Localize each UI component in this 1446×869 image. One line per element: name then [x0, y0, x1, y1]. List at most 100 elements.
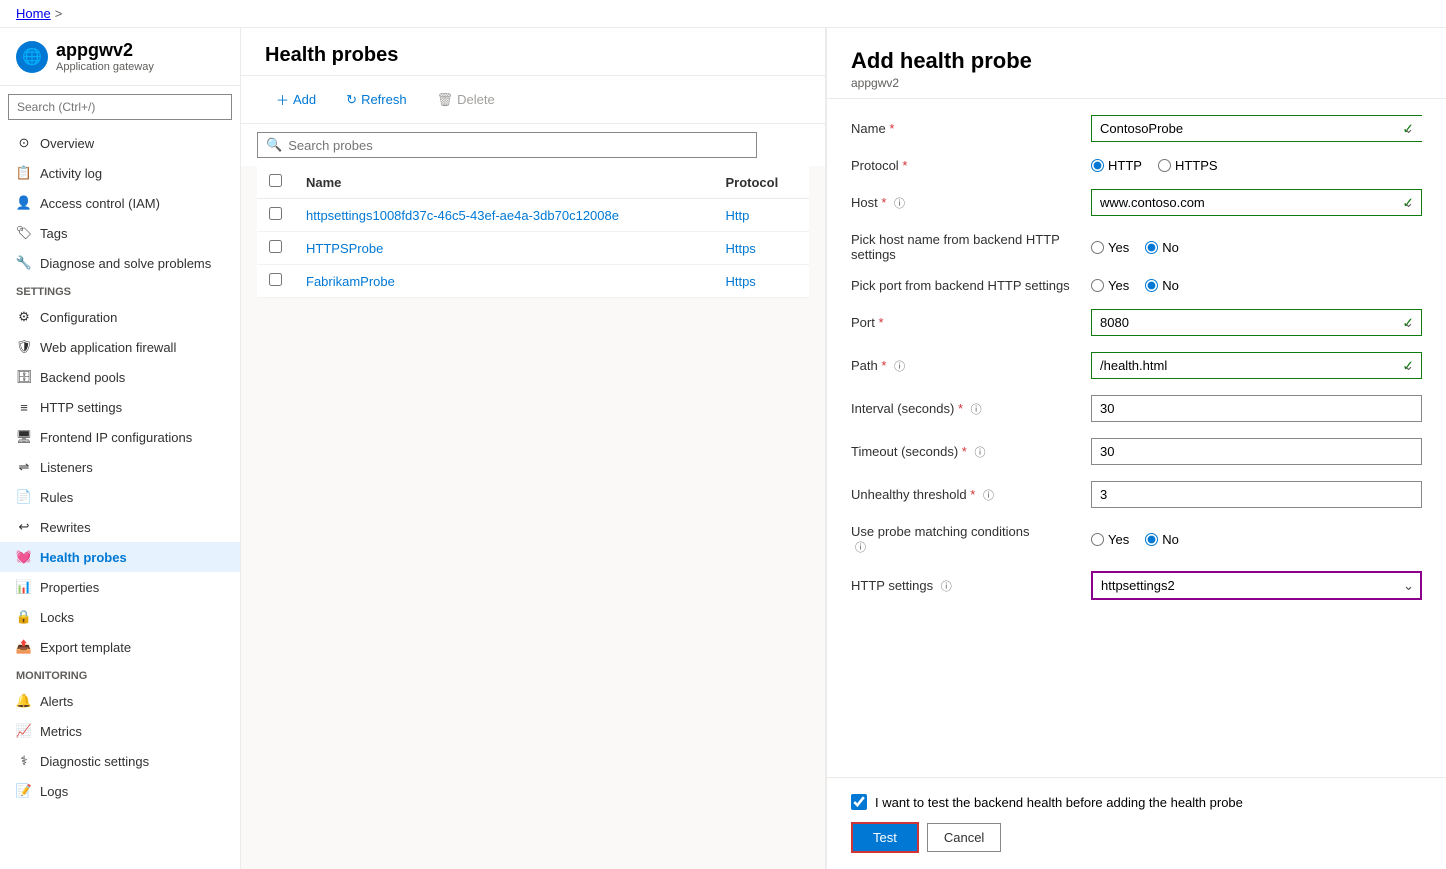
row-checkbox[interactable]	[269, 273, 282, 286]
protocol-https-option[interactable]: HTTPS	[1158, 158, 1218, 173]
path-field-row: Path * ⓘ ✓	[851, 352, 1422, 379]
port-label: Port *	[851, 315, 1091, 330]
sidebar-item-label: Access control (IAM)	[40, 196, 160, 211]
listeners-icon: ⇌	[16, 459, 32, 475]
timeout-input[interactable]	[1091, 438, 1422, 465]
pick-port-no-option[interactable]: No	[1145, 278, 1179, 293]
pick-host-no-radio[interactable]	[1145, 241, 1158, 254]
sidebar-item-overview[interactable]: ⊙ Overview	[0, 128, 240, 158]
breadcrumb-separator: >	[55, 6, 63, 21]
probe-matching-row: Use probe matching conditions ⓘ Yes	[851, 524, 1422, 555]
sidebar-item-properties[interactable]: 📊 Properties	[0, 572, 240, 602]
logs-icon: 📝	[16, 783, 32, 799]
search-icon: 🔍	[266, 137, 282, 153]
test-button[interactable]: Test	[851, 822, 919, 853]
sidebar-item-backend-pools[interactable]: 🗄 Backend pools	[0, 362, 240, 392]
add-button[interactable]: ＋ Add	[265, 84, 327, 115]
sidebar-search-input[interactable]	[8, 94, 232, 120]
name-label: Name *	[851, 121, 1091, 136]
sidebar-item-waf[interactable]: 🛡 Web application firewall	[0, 332, 240, 362]
unhealthy-input[interactable]	[1091, 481, 1422, 508]
sidebar-item-locks[interactable]: 🔒 Locks	[0, 602, 240, 632]
sidebar-item-rules[interactable]: 📄 Rules	[0, 482, 240, 512]
path-input[interactable]	[1091, 352, 1422, 379]
http-settings-info-icon: ⓘ	[941, 581, 952, 593]
pick-host-yes-option[interactable]: Yes	[1091, 240, 1129, 255]
refresh-label: Refresh	[361, 92, 407, 107]
sidebar-item-logs[interactable]: 📝 Logs	[0, 776, 240, 806]
sidebar-item-label: Rewrites	[40, 520, 91, 535]
sidebar-item-metrics[interactable]: 📈 Metrics	[0, 716, 240, 746]
probe-matching-label: Use probe matching conditions ⓘ	[851, 524, 1091, 555]
metrics-icon: 📈	[16, 723, 32, 739]
pick-port-no-radio[interactable]	[1145, 279, 1158, 292]
delete-label: Delete	[457, 92, 495, 107]
form-footer: I want to test the backend health before…	[827, 777, 1446, 869]
sidebar-item-label: Backend pools	[40, 370, 125, 385]
resource-name: appgwv2	[56, 40, 154, 61]
select-all-checkbox[interactable]	[269, 174, 282, 187]
add-icon: ＋	[276, 90, 289, 109]
protocol-https-radio[interactable]	[1158, 159, 1171, 172]
path-field-container: ✓	[1091, 352, 1422, 379]
probe-matching-no-option[interactable]: No	[1145, 532, 1179, 547]
sidebar-item-label: Alerts	[40, 694, 73, 709]
search-probes-input[interactable]	[288, 138, 748, 153]
timeout-field-row: Timeout (seconds) * ⓘ	[851, 438, 1422, 465]
name-input[interactable]	[1091, 115, 1422, 142]
interval-input[interactable]	[1091, 395, 1422, 422]
sidebar-item-rewrites[interactable]: ↩ Rewrites	[0, 512, 240, 542]
sidebar-item-label: Locks	[40, 610, 74, 625]
export-template-icon: 📤	[16, 639, 32, 655]
delete-button[interactable]: 🗑 Delete	[426, 86, 506, 114]
port-input[interactable]	[1091, 309, 1422, 336]
protocol-http-radio[interactable]	[1091, 159, 1104, 172]
timeout-label: Timeout (seconds) * ⓘ	[851, 444, 1091, 460]
probes-table-container: Name Protocol httpsettings1008fd37c-46c5…	[241, 166, 825, 869]
breadcrumb-home[interactable]: Home	[16, 6, 51, 21]
sidebar-item-http-settings[interactable]: ≡ HTTP settings	[0, 392, 240, 422]
host-field-row: Host * ⓘ ✓	[851, 189, 1422, 216]
pick-port-yes-radio[interactable]	[1091, 279, 1104, 292]
protocol-http-option[interactable]: HTTP	[1091, 158, 1142, 173]
sidebar-item-tags[interactable]: 🏷 Tags	[0, 218, 240, 248]
sidebar-item-health-probes[interactable]: 💓 Health probes	[0, 542, 240, 572]
probe-matching-yes-option[interactable]: Yes	[1091, 532, 1129, 547]
sidebar-item-export-template[interactable]: 📤 Export template	[0, 632, 240, 662]
resource-icon: 🌐	[16, 41, 48, 73]
row-checkbox[interactable]	[269, 240, 282, 253]
http-settings-select[interactable]: httpsettings2	[1091, 571, 1422, 600]
probe-name-link[interactable]: HTTPSProbe	[306, 241, 383, 256]
sidebar-item-alerts[interactable]: 🔔 Alerts	[0, 686, 240, 716]
search-bar: 🔍	[241, 124, 825, 166]
test-checkbox[interactable]	[851, 794, 867, 810]
sidebar-item-diagnostic-settings[interactable]: ⚕ Diagnostic settings	[0, 746, 240, 776]
sidebar-item-configuration[interactable]: ⚙ Configuration	[0, 302, 240, 332]
cancel-button[interactable]: Cancel	[927, 823, 1001, 852]
pick-host-label: Pick host name from backend HTTP setting…	[851, 232, 1091, 262]
pick-port-yes-option[interactable]: Yes	[1091, 278, 1129, 293]
probe-matching-yes-radio[interactable]	[1091, 533, 1104, 546]
sidebar-header: 🌐 appgwv2 Application gateway	[0, 28, 240, 86]
refresh-button[interactable]: ↻ Refresh	[335, 86, 417, 114]
probe-name-link[interactable]: FabrikamProbe	[306, 274, 395, 289]
host-input[interactable]	[1091, 189, 1422, 216]
protocol-radio-group: HTTP HTTPS	[1091, 158, 1422, 173]
name-field-container: ✓	[1091, 115, 1422, 142]
pick-host-yes-radio[interactable]	[1091, 241, 1104, 254]
test-checkbox-row: I want to test the backend health before…	[851, 794, 1422, 810]
row-checkbox[interactable]	[269, 207, 282, 220]
access-control-icon: 👤	[16, 195, 32, 211]
diagnostic-settings-icon: ⚕	[16, 753, 32, 769]
sidebar-item-listeners[interactable]: ⇌ Listeners	[0, 452, 240, 482]
pick-host-no-option[interactable]: No	[1145, 240, 1179, 255]
probe-matching-no-radio[interactable]	[1145, 533, 1158, 546]
sidebar-item-activity-log[interactable]: 📋 Activity log	[0, 158, 240, 188]
sidebar-item-label: Logs	[40, 784, 68, 799]
sidebar-item-diagnose[interactable]: 🔧 Diagnose and solve problems	[0, 248, 240, 278]
probe-name-link[interactable]: httpsettings1008fd37c-46c5-43ef-ae4a-3db…	[306, 208, 619, 223]
sidebar-item-frontend-ip[interactable]: 🖥 Frontend IP configurations	[0, 422, 240, 452]
sidebar-item-access-control[interactable]: 👤 Access control (IAM)	[0, 188, 240, 218]
sidebar-item-label: Overview	[40, 136, 94, 151]
sidebar-item-label: Configuration	[40, 310, 117, 325]
